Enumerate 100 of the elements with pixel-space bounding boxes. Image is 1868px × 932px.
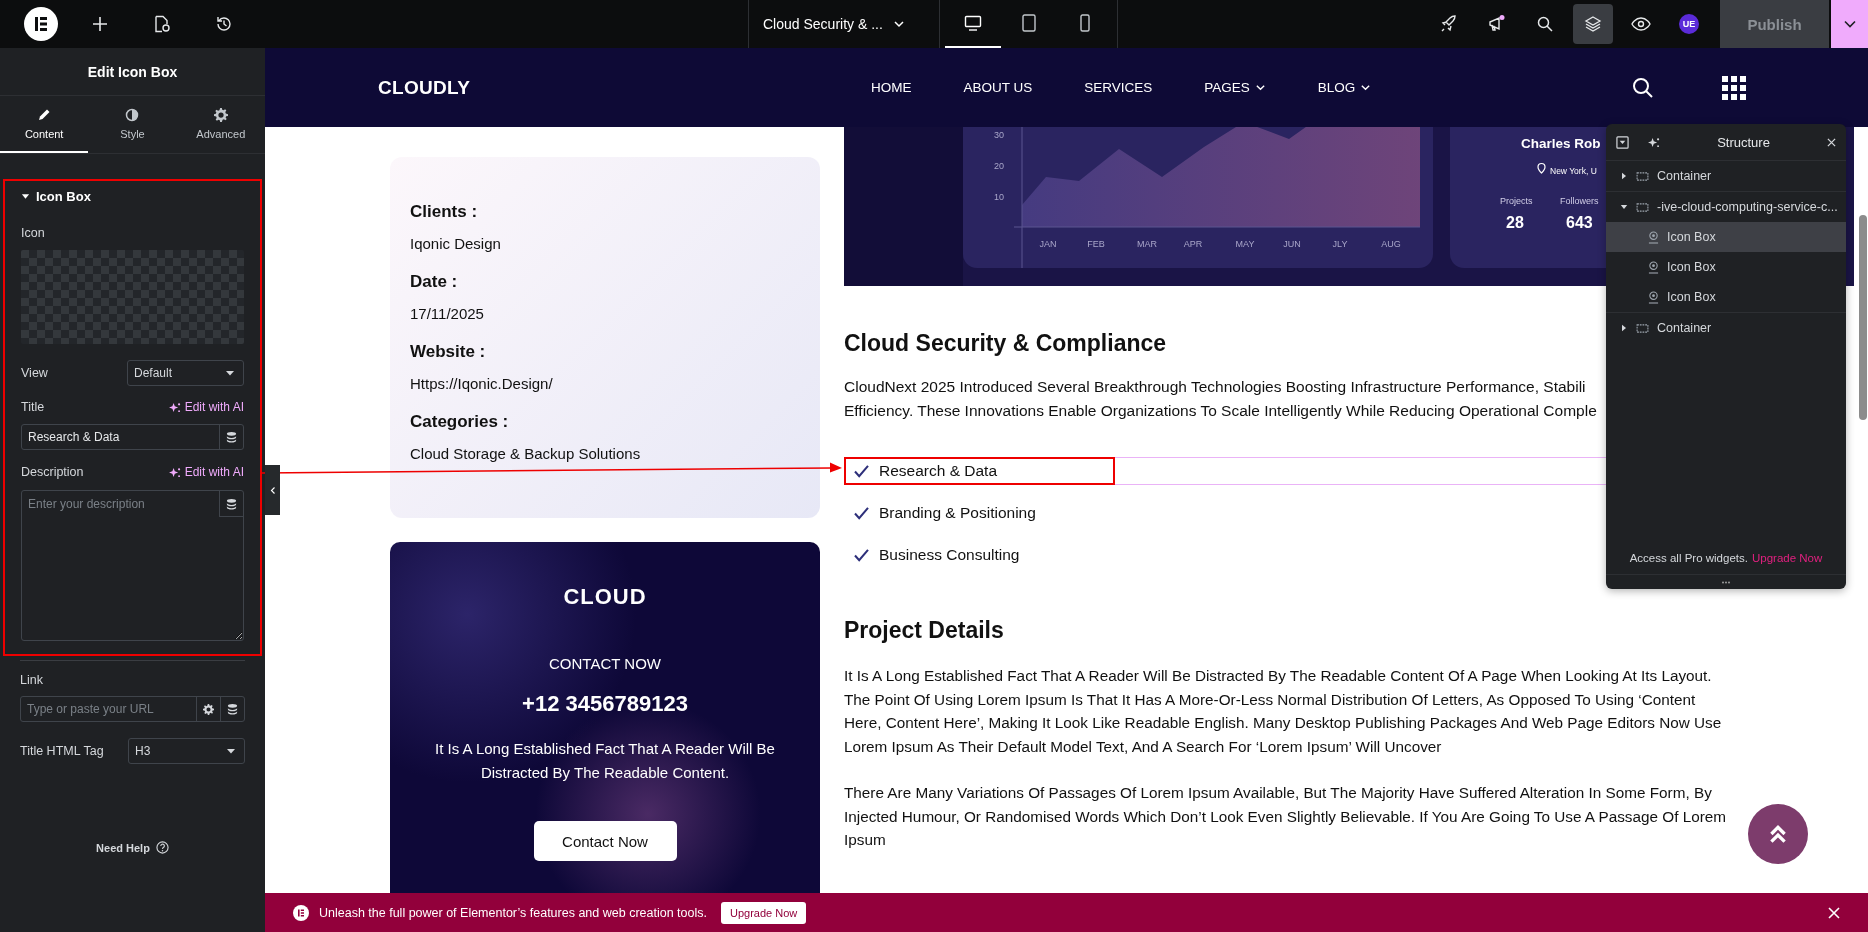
caret-down-icon [225,368,235,378]
scroll-to-top-button[interactable] [1748,804,1808,864]
contrast-icon [125,107,140,122]
megaphone-icon [1487,14,1507,34]
icon-box-icon [1648,260,1659,274]
gear-icon [213,107,228,122]
container-icon [1636,202,1649,212]
grid-menu-icon[interactable] [1722,75,1746,100]
icon-box-icon [1648,290,1659,304]
tree-item[interactable]: Container [1606,161,1846,191]
help-link[interactable]: Need Help [96,841,150,854]
check-icon [854,548,869,562]
title-field[interactable]: Research & Data [21,424,244,450]
search-icon[interactable] [1632,76,1654,99]
nav-link[interactable]: ABOUT US [963,80,1033,95]
section-title[interactable]: Icon Box [36,188,91,204]
contact-button[interactable]: Contact Now [533,821,677,861]
field-label: View [21,366,48,380]
dropdown-square-icon [1616,135,1629,149]
chevron-left-icon [269,485,276,495]
link-field[interactable]: Type or paste your URL [20,696,245,722]
checklist-item[interactable]: Branding & Positioning [879,504,1036,522]
stat-label: Followers [1560,196,1599,206]
layers-icon [1584,15,1602,33]
panel-tab[interactable]: Content [0,96,89,153]
plus-icon [92,16,108,32]
search-icon [1536,15,1554,33]
field-label: Description [21,465,84,479]
link-input[interactable]: Type or paste your URL [21,697,196,721]
selected-widget-outline[interactable]: Research & Data [844,457,1608,485]
tree-item[interactable]: Icon Box [1606,282,1846,312]
pencil-icon [37,107,52,122]
nav-link[interactable]: PAGES [1204,80,1266,95]
sparkle-icon [1647,136,1660,148]
caret-down-icon[interactable] [21,191,30,201]
checklist-item[interactable]: Business Consulting [879,546,1020,564]
panel-title: Structure [1716,134,1771,150]
caret-down-icon[interactable] [1620,203,1628,211]
view-select[interactable]: Default [127,360,244,386]
check-icon [854,506,869,520]
site-logo[interactable]: CLOUDLY [378,76,578,99]
stat-value: 643 [1566,214,1593,231]
html-tag-select[interactable]: H3 [128,738,245,764]
info-value: Https://Iqonic.Design/ [410,375,554,393]
stat-label: Projects [1500,196,1533,206]
check-icon [854,464,869,478]
icon-box-icon [1648,230,1659,244]
eye-icon [1631,17,1651,31]
section-heading: Project Details [844,617,1005,644]
description-textarea[interactable]: Enter your description [21,490,244,641]
promo-text: Access all Pro widgets. [1629,552,1748,564]
info-value: Cloud Storage & Backup Solutions [410,445,642,463]
edit-with-ai-link[interactable]: Edit with AI [167,400,244,414]
dynamic-tags-button[interactable] [219,491,243,517]
tree-item[interactable]: Container [1606,313,1846,343]
tree-item[interactable]: Icon Box [1606,222,1846,252]
panel-tab[interactable]: Advanced [176,96,265,153]
checklist-item[interactable]: Research & Data [879,462,998,480]
help-icon [155,841,169,854]
axis-label: FEB [1087,239,1105,249]
axis-label: 20 [994,161,1004,171]
edit-with-ai-link[interactable]: Edit with AI [167,465,244,479]
upgrade-link[interactable]: Upgrade Now [1751,552,1823,564]
field-label: Title [21,400,45,414]
upgrade-button[interactable]: Upgrade Now [720,901,807,924]
phone-number: +12 3456789123 [522,691,688,717]
elementor-logo[interactable] [24,7,58,41]
info-label: Clients : [410,202,479,222]
axis-label: MAY [1235,239,1255,249]
profile-location: New York, U [1550,166,1597,176]
nav-link[interactable]: BLOG [1317,80,1372,95]
container-icon [1636,323,1649,333]
database-icon [227,703,238,715]
card-text: It Is A Long Established Fact That A Reader Will Be Distracted By The Readable Content. [434,739,776,783]
tree-item[interactable]: -ive-cloud-computing-service-c... [1606,192,1846,222]
structure-button[interactable] [1573,4,1613,44]
info-label: Date : [410,272,459,292]
axis-label: 10 [994,192,1004,202]
caret-right-icon[interactable] [1620,172,1628,180]
caret-right-icon[interactable] [1620,324,1628,332]
container-icon [1636,171,1649,181]
sparkle-icon [167,401,181,413]
panel-tab[interactable]: Style [88,96,177,153]
caret-down-icon [226,746,236,756]
nav-link[interactable]: HOME [871,80,912,95]
gear-icon [203,703,214,715]
info-label: Website : [410,342,487,362]
toggle-button[interactable] [1616,135,1629,149]
paragraph: There Are Many Variations Of Passages Of Lorem Ipsum Available, But The Majority Have Suffered Alteration In Some Form, By Injected Humour, Or Randomised Words Which Don’t Look Even Slightly Believable. If You Are Going To Use A Passage Of Lorem Ipsum [844,782,1728,851]
ai-button[interactable] [1647,136,1660,148]
scrollbar-thumb[interactable] [1859,215,1867,420]
close-button[interactable] [1827,137,1836,147]
tree-item[interactable]: Icon Box [1606,252,1846,282]
nav-link[interactable]: SERVICES [1084,80,1153,95]
more-dots-icon[interactable] [1721,580,1731,584]
location-pin-icon [1537,162,1546,174]
collapse-panel-button[interactable] [265,465,280,515]
panel-title: Edit Icon Box [87,63,178,80]
title-input[interactable]: Research & Data [22,425,219,449]
rocket-icon [1440,15,1458,33]
